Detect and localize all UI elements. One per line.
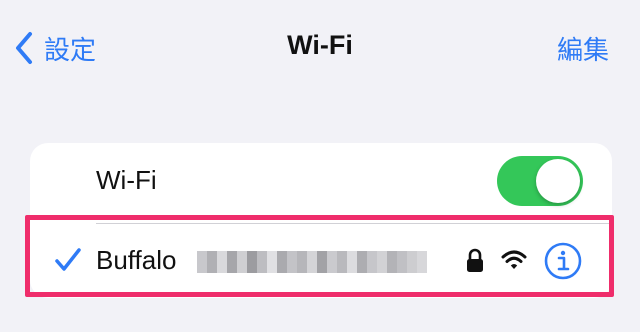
checkmark-icon [55,248,81,271]
wifi-toggle-row: Wi-Fi [30,143,612,223]
network-name: Buffalo [96,245,177,275]
navigation-bar: 設定 Wi-Fi 編集 [0,0,640,100]
info-button[interactable] [544,242,582,280]
wifi-signal-icon [501,250,527,269]
wifi-settings-card: Wi-Fi Buffalo [30,143,612,298]
edit-button[interactable]: 編集 [557,30,609,67]
redacted-ssid [197,251,427,273]
network-row[interactable]: Buffalo [30,224,612,298]
toggle-knob [536,159,580,203]
wifi-label: Wi-Fi [96,165,157,195]
page-title: Wi-Fi [287,30,353,60]
lock-icon [467,248,483,272]
wifi-toggle[interactable] [497,156,583,206]
